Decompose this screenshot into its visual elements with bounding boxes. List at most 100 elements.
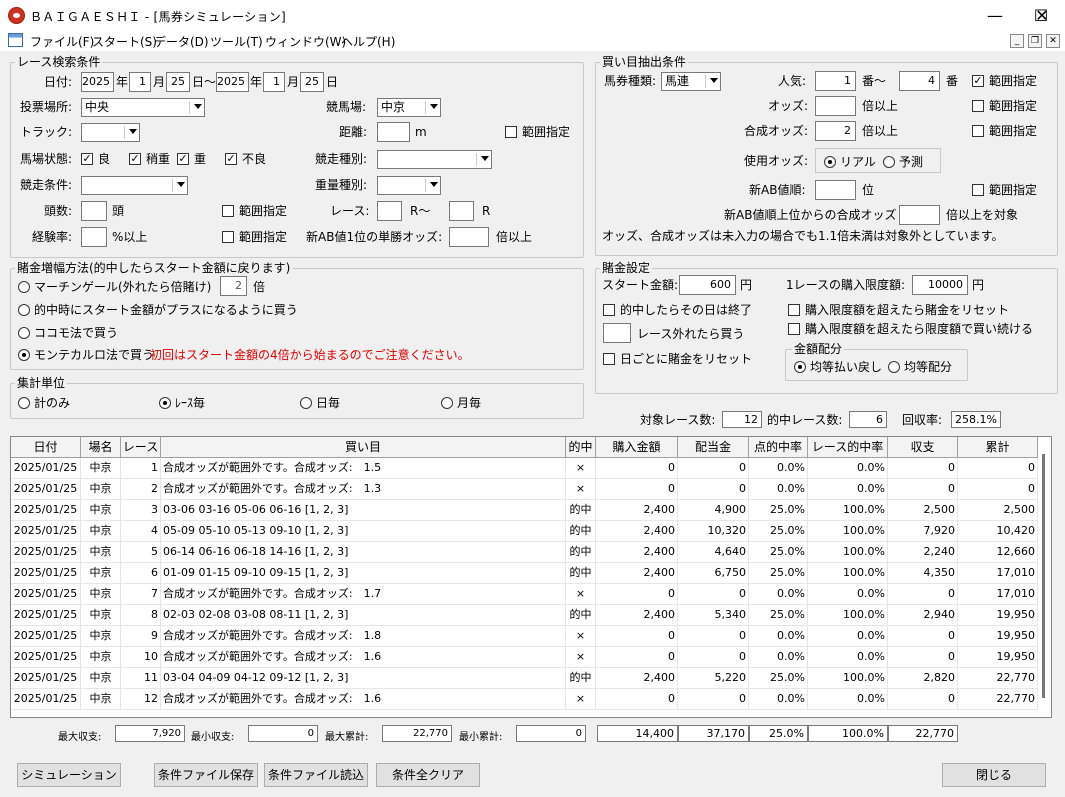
- menu-window[interactable]: ウィンドウ(W): [265, 33, 346, 50]
- cell-race: 7: [121, 584, 161, 605]
- column-header-payout[interactable]: 配当金: [678, 437, 749, 458]
- weight-select[interactable]: [377, 176, 441, 195]
- race-to-input[interactable]: [449, 201, 474, 221]
- reset-day-checkbox[interactable]: [603, 353, 615, 365]
- ab-range-checkbox[interactable]: [972, 184, 984, 196]
- bet-increase-title: 賭金増幅方法(的中したらスタート金額に戻ります): [15, 261, 293, 275]
- alloc-eq-return-radio[interactable]: [794, 361, 806, 373]
- end-on-hit-checkbox[interactable]: [603, 304, 615, 316]
- to-month-input[interactable]: 1: [263, 72, 285, 92]
- column-header-venue[interactable]: 場名: [81, 437, 121, 458]
- menu-data[interactable]: データ(D): [154, 33, 209, 50]
- cell-race-rate: 0.0%: [808, 626, 888, 647]
- track-select[interactable]: [81, 123, 140, 142]
- column-header-buy[interactable]: 購入金額: [596, 437, 678, 458]
- pop-to-input[interactable]: 4: [899, 71, 940, 91]
- mdi-restore-button[interactable]: ❐: [1028, 34, 1042, 48]
- ab-odds-unit: 倍以上: [496, 230, 533, 244]
- column-header-race[interactable]: レース: [121, 437, 161, 458]
- ab-comp-input[interactable]: [899, 205, 940, 225]
- exp-input[interactable]: [81, 227, 107, 247]
- cell-venue: 中京: [81, 668, 121, 689]
- to-year-input[interactable]: 2025: [216, 72, 249, 92]
- distance-range-checkbox[interactable]: [505, 126, 517, 138]
- mdi-close-button[interactable]: ✕: [1046, 34, 1060, 48]
- comp-odds-input[interactable]: 2: [815, 121, 856, 141]
- miss-buy-input[interactable]: [603, 323, 631, 343]
- from-day-input[interactable]: 25: [166, 72, 190, 92]
- alloc-eq-radio[interactable]: [888, 361, 900, 373]
- course-select[interactable]: 中京: [377, 98, 441, 117]
- race-type-select[interactable]: [377, 150, 492, 169]
- cell-venue: 中京: [81, 458, 121, 479]
- head-range-checkbox[interactable]: [222, 205, 234, 217]
- start-amount-label: スタート金額:: [602, 278, 679, 292]
- use-real-radio[interactable]: [824, 156, 836, 168]
- to-day-input[interactable]: 25: [300, 72, 324, 92]
- column-header-date[interactable]: 日付: [11, 437, 81, 458]
- pop-unit: 番: [946, 74, 959, 88]
- use-pred-radio[interactable]: [883, 156, 895, 168]
- odds-input[interactable]: [815, 96, 856, 116]
- table-scrollbar[interactable]: [1042, 454, 1045, 698]
- close-button[interactable]: 閉じる: [942, 763, 1046, 787]
- martingale-input[interactable]: 2: [220, 276, 247, 296]
- menu-file[interactable]: ファイル(F): [30, 33, 94, 50]
- head-input[interactable]: [81, 201, 107, 221]
- start-amount-input[interactable]: 600: [679, 275, 736, 295]
- cell-cumulative: 19,950: [958, 647, 1038, 668]
- use-odds-label: 使用オッズ:: [744, 154, 809, 168]
- odds-range-checkbox[interactable]: [972, 100, 984, 112]
- exp-range-checkbox[interactable]: [222, 231, 234, 243]
- column-header-race-rate[interactable]: レース的中率: [808, 437, 888, 458]
- pop-from-input[interactable]: 1: [815, 71, 856, 91]
- save-conditions-button[interactable]: 条件ファイル保存: [154, 763, 258, 787]
- mdi-minimize-button[interactable]: _: [1010, 34, 1024, 48]
- load-conditions-button[interactable]: 条件ファイル読込: [264, 763, 368, 787]
- ticket-type-select[interactable]: 馬連: [661, 72, 721, 91]
- from-month-input[interactable]: 1: [129, 72, 151, 92]
- cell-venue: 中京: [81, 647, 121, 668]
- cond-good-checkbox[interactable]: ✓: [81, 153, 93, 165]
- simulation-button[interactable]: シミュレーション: [17, 763, 121, 787]
- montecarlo-radio[interactable]: [18, 349, 30, 361]
- rate-value: 258.1%: [951, 411, 1001, 428]
- venue-select[interactable]: 中央: [81, 98, 205, 117]
- cell-race: 12: [121, 689, 161, 710]
- agg-day-radio[interactable]: [300, 397, 312, 409]
- column-header-income[interactable]: 収支: [888, 437, 958, 458]
- cocomo-radio[interactable]: [18, 327, 30, 339]
- cont-limit-checkbox[interactable]: [788, 323, 800, 335]
- cell-payout: 5,340: [678, 605, 749, 626]
- from-year-input[interactable]: 2025: [81, 72, 114, 92]
- column-header-bets[interactable]: 買い目: [161, 437, 566, 458]
- results-table[interactable]: 日付 場名 レース 買い目 的中 購入金額 配当金 点的中率 レース的中率 収支 累計 2025/0…: [10, 436, 1052, 718]
- pop-range-checkbox[interactable]: ✓: [972, 75, 984, 87]
- reset-limit-checkbox[interactable]: [788, 304, 800, 316]
- cond-slight-checkbox[interactable]: ✓: [129, 153, 141, 165]
- column-header-point-rate[interactable]: 点的中率: [749, 437, 808, 458]
- cell-cumulative: 17,010: [958, 584, 1038, 605]
- agg-month-radio[interactable]: [441, 397, 453, 409]
- race-from-input[interactable]: [377, 201, 402, 221]
- clear-conditions-button[interactable]: 条件全クリア: [376, 763, 480, 787]
- race-cond-select[interactable]: [81, 176, 188, 195]
- agg-race-radio[interactable]: [159, 397, 171, 409]
- comp-range-checkbox[interactable]: [972, 125, 984, 137]
- menu-help[interactable]: ヘルプ(H): [341, 33, 395, 50]
- close-window-button[interactable]: ✕: [1019, 0, 1065, 31]
- limit-input[interactable]: 10000: [912, 275, 968, 295]
- martingale-radio[interactable]: [18, 281, 30, 293]
- menu-start[interactable]: スタート(S): [92, 33, 157, 50]
- cell-bets: 06-14 06-16 06-18 14-16 [1, 2, 3]: [161, 542, 566, 563]
- cond-heavy-checkbox[interactable]: ✓: [177, 153, 189, 165]
- plus-radio[interactable]: [18, 304, 30, 316]
- ab-rank-input[interactable]: [815, 180, 856, 200]
- agg-total-radio[interactable]: [18, 397, 30, 409]
- distance-input[interactable]: [377, 122, 410, 142]
- column-header-cumulative[interactable]: 累計: [958, 437, 1038, 458]
- cond-bad-checkbox[interactable]: ✓: [225, 153, 237, 165]
- ab-odds-input[interactable]: [449, 227, 489, 247]
- menu-tool[interactable]: ツール(T): [210, 33, 263, 50]
- column-header-hit[interactable]: 的中: [566, 437, 596, 458]
